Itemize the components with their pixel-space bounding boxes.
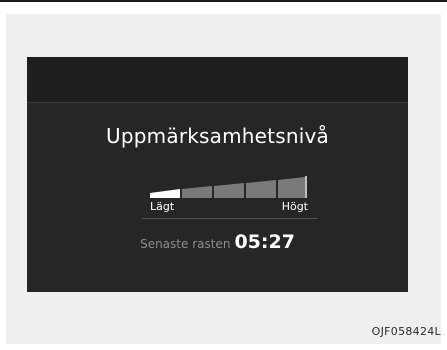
attention-level-bar: [150, 176, 307, 198]
scale-divider: [142, 218, 317, 219]
top-rule: [0, 0, 447, 2]
last-break-time: 05:27: [234, 231, 295, 253]
attention-level-title: Uppmärksamhetsnivå: [106, 124, 329, 148]
level-segment-2: [182, 186, 212, 198]
level-segment-3: [214, 183, 244, 198]
cluster-display: Uppmärksamhetsnivå Lägt Högt Senaste ras…: [27, 57, 408, 292]
low-label: Lägt: [150, 200, 175, 213]
last-break-row: Senaste rasten 05:27: [27, 231, 408, 253]
level-segment-5: [278, 177, 305, 198]
band-divider: [27, 102, 408, 103]
level-segment-1: [150, 189, 180, 198]
level-end-mark: [305, 176, 307, 198]
display-top-band: [27, 57, 408, 102]
last-break-label: Senaste rasten: [140, 237, 231, 251]
figure-code: OJF058424L: [371, 325, 441, 338]
level-segment-4: [246, 180, 276, 198]
high-label: Högt: [281, 200, 308, 213]
